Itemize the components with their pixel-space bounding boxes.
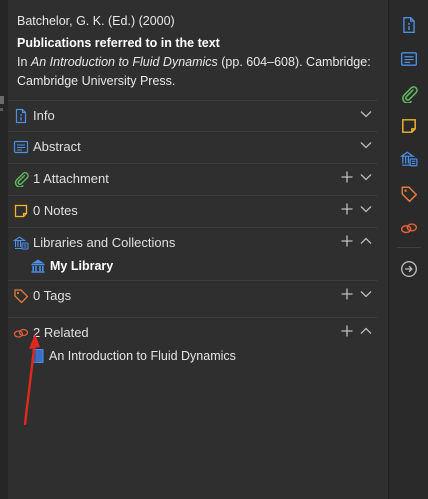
item-citation: In An Introduction to Fluid Dynamics (pp… xyxy=(17,53,385,72)
citation-book-title: An Introduction to Fluid Dynamics xyxy=(30,55,218,69)
item-citation-line2: Cambridge University Press. xyxy=(17,74,176,88)
section-attachments-label: 1 Attachment xyxy=(33,171,109,186)
section-divider xyxy=(8,227,377,228)
item-creator-date: Batchelor, G. K. (Ed.) (2000) xyxy=(17,14,175,28)
section-notes[interactable]: 0 Notes xyxy=(8,195,388,227)
item-pane: Batchelor, G. K. (Ed.) (2000) Publicatio… xyxy=(8,0,388,499)
info-icon xyxy=(15,108,27,124)
item-title[interactable]: Publications referred to in the text xyxy=(17,34,385,53)
add-tag-icon[interactable] xyxy=(340,287,354,301)
item-pane-sidenav xyxy=(389,0,428,499)
sidenav-tags-button[interactable] xyxy=(399,184,419,204)
section-info-label: Info xyxy=(33,108,55,123)
section-libraries-label: Libraries and Collections xyxy=(33,235,176,250)
abstract-icon xyxy=(401,52,417,66)
add-note-icon[interactable] xyxy=(340,202,354,216)
section-related[interactable]: 2 Related xyxy=(8,317,388,349)
citation-prefix: In xyxy=(17,55,31,69)
section-divider xyxy=(8,195,377,196)
section-divider xyxy=(8,280,377,281)
add-to-collection-icon[interactable] xyxy=(340,234,354,248)
tags-icon xyxy=(14,289,29,304)
chevron-down-icon[interactable] xyxy=(359,202,373,216)
related-item-title: An Introduction to Fluid Dynamics xyxy=(49,349,236,363)
libraries-icon xyxy=(400,151,418,167)
sidenav-divider xyxy=(397,247,421,248)
add-related-icon[interactable] xyxy=(340,324,354,338)
section-divider xyxy=(8,100,377,101)
splitter-mark xyxy=(0,96,4,104)
related-icon xyxy=(400,223,418,234)
tags-icon xyxy=(401,186,418,203)
attachment-icon xyxy=(402,86,418,103)
notes-icon xyxy=(402,119,416,133)
library-name: My Library xyxy=(50,259,114,273)
chevron-down-icon[interactable] xyxy=(359,107,373,121)
sidenav-attachments-button[interactable] xyxy=(399,84,419,104)
book-icon xyxy=(32,349,44,363)
chevron-up-icon[interactable] xyxy=(359,324,373,338)
sidenav-info-button[interactable] xyxy=(399,15,419,35)
section-tags[interactable]: 0 Tags xyxy=(8,280,388,312)
sidenav-libraries-button[interactable] xyxy=(399,149,419,169)
info-icon xyxy=(403,17,415,33)
locate-icon xyxy=(401,261,417,277)
related-icon xyxy=(13,328,29,338)
sidenav-locate-button[interactable] xyxy=(399,259,419,279)
chevron-down-icon[interactable] xyxy=(359,170,373,184)
section-attachments[interactable]: 1 Attachment xyxy=(8,163,388,195)
section-divider xyxy=(8,163,377,164)
section-notes-label: 0 Notes xyxy=(33,203,78,218)
chevron-down-icon[interactable] xyxy=(359,138,373,152)
item-header: Batchelor, G. K. (Ed.) (2000) Publicatio… xyxy=(17,12,385,91)
section-libraries-collections[interactable]: Libraries and Collections xyxy=(8,227,388,259)
section-divider xyxy=(8,131,377,132)
citation-suffix: (pp. 604–608). Cambridge: xyxy=(217,55,371,69)
sidenav-abstract-button[interactable] xyxy=(399,49,419,69)
section-tags-label: 0 Tags xyxy=(33,288,72,303)
sidenav-notes-button[interactable] xyxy=(399,116,419,136)
add-attachment-icon[interactable] xyxy=(340,170,354,184)
attachment-icon xyxy=(14,172,29,187)
chevron-down-icon[interactable] xyxy=(359,287,373,301)
library-building-icon xyxy=(31,259,45,273)
section-related-label: 2 Related xyxy=(33,325,89,340)
section-abstract-label: Abstract xyxy=(33,139,81,154)
sidenav-related-button[interactable] xyxy=(399,218,419,238)
libraries-icon xyxy=(13,236,29,250)
related-row[interactable]: An Introduction to Fluid Dynamics xyxy=(8,346,308,366)
section-abstract[interactable]: Abstract xyxy=(8,131,388,163)
chevron-up-icon[interactable] xyxy=(359,234,373,248)
library-row-my-library[interactable]: My Library xyxy=(8,256,208,276)
abstract-icon xyxy=(13,140,29,154)
section-divider xyxy=(8,317,377,318)
section-info[interactable]: Info xyxy=(8,100,388,132)
splitter-mark-small xyxy=(0,108,3,111)
notes-icon xyxy=(14,204,28,218)
